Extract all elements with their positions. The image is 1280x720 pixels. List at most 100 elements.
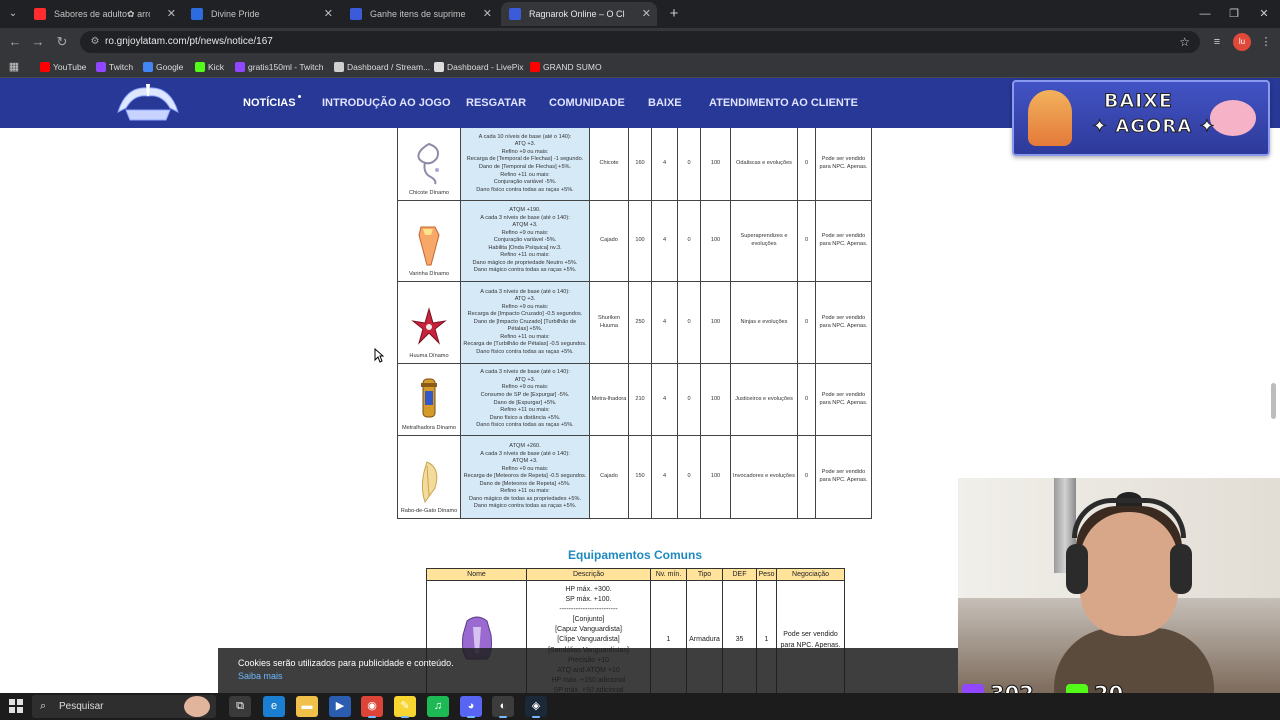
terminal-taskbar-icon[interactable]: ▶ xyxy=(329,696,351,717)
browser-tab[interactable]: Divine Pride ✕ xyxy=(183,2,339,26)
bookmark-item[interactable]: YouTube xyxy=(40,56,86,78)
back-button[interactable]: ← xyxy=(5,32,25,52)
search-icon: ⌕ xyxy=(40,700,47,712)
steam-taskbar-icon[interactable]: ◈ xyxy=(525,696,547,718)
item-image xyxy=(399,375,459,421)
bookmark-item[interactable]: Kick xyxy=(195,56,224,78)
item-type-cell: Cajado xyxy=(589,435,629,519)
description-line: ------------------------- xyxy=(559,606,618,613)
classes-cell: Invocadores e evoluções xyxy=(730,435,798,519)
weight-cell: 0 xyxy=(797,200,816,282)
site-nav-link[interactable]: INTRODUÇÃO AO JOGO xyxy=(322,78,451,128)
media-controls-icon[interactable]: ≡ xyxy=(1208,33,1226,51)
page-scrollbar-thumb[interactable] xyxy=(1271,383,1276,419)
description-line: Dano de [Temporal de Flechas] +5%. xyxy=(478,164,572,170)
description-line: Recarga de [Turbilhão de Pétalas] -0.5 s… xyxy=(463,341,587,348)
bookmark-favicon-icon xyxy=(235,62,245,72)
classes-cell: Odaliscas e evoluções xyxy=(730,127,798,201)
task-view-taskbar-icon[interactable]: ⧉ xyxy=(229,696,251,717)
promo-line-2: ✦ AGORA ✦ xyxy=(1092,116,1216,138)
obs-taskbar-icon[interactable]: ◐ xyxy=(492,696,514,718)
item-name-cell: Huuma Dínamo xyxy=(397,281,461,364)
chrome-taskbar-icon[interactable]: ◉ xyxy=(361,696,383,718)
tab-search-button[interactable]: ⌄ xyxy=(4,5,22,23)
attack-cell: 210 xyxy=(628,363,652,436)
new-tab-button[interactable]: + xyxy=(664,4,684,24)
windows-start-icon[interactable] xyxy=(9,699,23,713)
reload-button[interactable]: ↻ xyxy=(52,32,72,52)
tab-title: Ragnarok Online – O Clássico M xyxy=(529,9,625,19)
slot-cell: 0 xyxy=(677,200,701,282)
spotify-taskbar-icon[interactable]: ♫ xyxy=(427,696,449,717)
chrome-menu-icon[interactable]: ⋮ xyxy=(1257,33,1275,51)
browser-tab[interactable]: Ganhe itens de suprimento grá ✕ xyxy=(342,2,498,26)
trade-cell: Pode ser vendido para NPC. Apenas. xyxy=(815,281,872,364)
description-line: [Conjunto] xyxy=(572,616,605,624)
description-line: Dano mágico contra todas as raças +5%. xyxy=(473,503,577,510)
item-name: Metralhadora Dínamo xyxy=(401,425,457,432)
description-line: [Capuz Vanguardista] xyxy=(555,626,622,634)
search-highlight-image xyxy=(184,696,210,717)
taskbar-search-box[interactable]: ⌕ Pesquisar xyxy=(32,695,216,718)
description-line: Pétalas] +5%. xyxy=(507,326,543,333)
table-row: Chicote Dínamo A cada 10 níveis de base (… xyxy=(397,127,872,201)
description-line: ATQ +3. xyxy=(514,376,536,383)
bookmark-item[interactable]: GRAND SUMO xyxy=(530,56,602,78)
description-line: A cada 3 níveis de base (até o 140): xyxy=(480,450,570,457)
close-window-button[interactable]: ✕ xyxy=(1249,4,1279,24)
bookmark-item[interactable]: Google xyxy=(143,56,183,78)
minimize-button[interactable]: — xyxy=(1190,4,1220,24)
min-level-cell: 100 xyxy=(700,281,731,364)
description-line: Recarga de [Impacto Cruzado] -0.5 segund… xyxy=(467,311,583,318)
item-image xyxy=(399,303,459,349)
site-nav-link[interactable]: COMUNIDADE xyxy=(549,78,625,128)
bookmark-item[interactable]: Dashboard / Stream... xyxy=(334,56,430,78)
cookie-banner: Cookies serão utilizados para publicidad… xyxy=(218,648,960,693)
cookie-text: Cookies serão utilizados para publicidad… xyxy=(238,658,454,668)
bookmark-item[interactable]: Dashboard - LivePix xyxy=(434,56,524,78)
item-description-cell: ATQM +260. A cada 3 níveis de base (até o… xyxy=(460,435,590,519)
tab-close-icon[interactable]: ✕ xyxy=(483,2,492,26)
file-explorer-taskbar-icon[interactable]: ▬ xyxy=(296,696,318,717)
browser-tab[interactable]: Ragnarok Online – O Clássico M ✕ xyxy=(501,2,657,26)
restore-button[interactable]: ❐ xyxy=(1219,4,1249,24)
description-line: Refino +11 ou mais: xyxy=(500,488,550,495)
site-nav-link[interactable]: RESGATAR xyxy=(466,78,526,128)
tab-close-icon[interactable]: ✕ xyxy=(167,2,176,26)
cookie-learn-more-link[interactable]: Saiba mais xyxy=(238,671,283,681)
description-line: Refino +9 ou mais: xyxy=(501,384,549,391)
ragnarok-logo[interactable] xyxy=(112,82,184,124)
bookmark-label: GRAND SUMO xyxy=(543,62,602,72)
description-line: ATQM +3. xyxy=(512,458,538,465)
description-line: Dano mágico de propriedade Neutro +5%. xyxy=(472,259,578,266)
site-info-icon[interactable]: ⚙ xyxy=(88,35,102,49)
forward-button[interactable]: → xyxy=(28,32,48,52)
tab-close-icon[interactable]: ✕ xyxy=(324,2,333,26)
address-bar[interactable]: ⚙ ro.gnjoylatam.com/pt/news/notice/167 ☆ xyxy=(80,31,1200,53)
profile-avatar[interactable]: lu xyxy=(1233,33,1251,51)
edge-taskbar-icon[interactable]: e xyxy=(263,696,285,717)
attack-cell: 100 xyxy=(628,200,652,282)
site-nav-link[interactable]: BAIXE xyxy=(648,78,682,128)
item-type-cell: Metra-lhadora xyxy=(589,363,629,436)
download-now-banner[interactable]: BAIXE ✦ AGORA ✦ xyxy=(1012,80,1270,156)
item-image xyxy=(399,140,459,186)
apps-grid-icon[interactable]: ▦ xyxy=(5,58,23,76)
bookmark-item[interactable]: gratis150ml - Twitch xyxy=(235,56,323,78)
table-row: Rabo-de-Gato Dínamo ATQM +260. A cada 3 ní… xyxy=(397,435,872,519)
bookmark-star-icon[interactable]: ☆ xyxy=(1179,31,1190,53)
url-text[interactable]: ro.gnjoylatam.com/pt/news/notice/167 xyxy=(105,31,273,53)
site-nav-link[interactable]: NOTÍCIAS xyxy=(243,78,301,128)
site-nav-link[interactable]: ATENDIMENTO AO CLIENTE xyxy=(709,78,858,128)
description-line: Dano mágico de todas as propriedades +5%… xyxy=(468,495,582,502)
column-header: Tipo xyxy=(686,568,723,581)
description-line: HP máx. +300. xyxy=(565,585,612,593)
sticky-notes-taskbar-icon[interactable]: ✎ xyxy=(394,696,416,718)
column-header: Peso xyxy=(756,568,777,581)
mouse-cursor-icon xyxy=(374,348,384,363)
twitch-viewer-count: 302 xyxy=(990,682,1035,694)
bookmark-item[interactable]: Twitch xyxy=(96,56,133,78)
browser-tab[interactable]: Sabores de adulto✿ arroz com ✕ xyxy=(26,2,182,26)
tab-close-icon[interactable]: ✕ xyxy=(642,2,651,26)
discord-taskbar-icon[interactable]: ◕ xyxy=(460,696,482,718)
